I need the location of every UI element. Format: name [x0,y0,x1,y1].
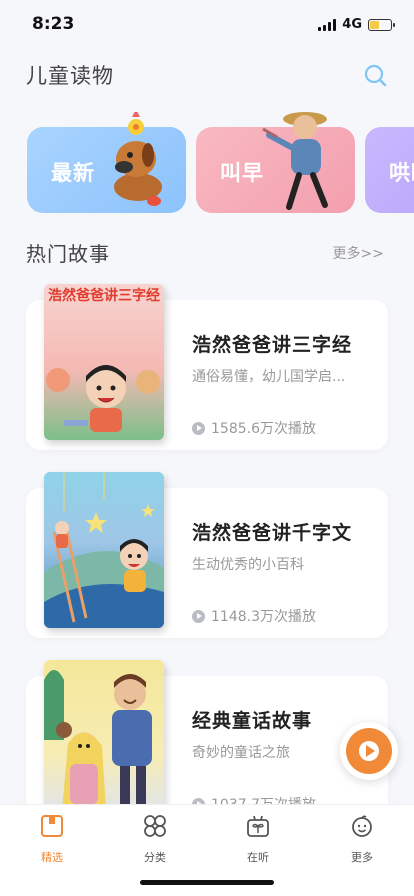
story-description: 奇妙的童话之旅 [192,745,290,761]
play-count: 1148.3万次播放 [192,606,316,626]
tab-bar: 精选 分类 在听 更多 [0,804,414,896]
status-bar: 8:23 4G [0,0,414,50]
header: 儿童读物 [26,60,388,90]
category-card-bedtime[interactable]: 哄睡 [365,127,414,213]
category-carousel[interactable]: 最新 叫早 哄睡 [0,112,414,222]
search-icon [364,64,387,87]
play-icon [359,741,379,761]
signal-icon [318,18,337,31]
network-type: 4G [342,17,362,32]
play-count-icon [192,609,205,623]
tab-label: 精选 [41,851,63,864]
page-title: 儿童读物 [26,64,114,88]
home-indicator [140,880,274,885]
story-title: 经典童话故事 [192,710,313,732]
tab-more[interactable]: 更多 [332,813,392,865]
search-button[interactable] [362,62,388,88]
floating-play-button[interactable] [340,722,398,780]
boy-illustration [46,365,160,432]
tab-listening[interactable]: 在听 [228,813,288,865]
tab-label: 更多 [351,851,373,864]
category-card-newest[interactable]: 最新 [27,112,186,213]
story-title: 浩然爸爸讲三字经 [192,334,353,356]
story-card[interactable]: 浩然爸爸讲千字文 生动优秀的小百科 1148.3万次播放 [26,472,388,638]
play-count: 1585.6万次播放 [192,418,316,438]
featured-icon [41,815,63,837]
tab-featured[interactable]: 精选 [22,813,82,865]
category-card-wakeup[interactable]: 叫早 [196,112,355,213]
play-count-icon [192,421,205,435]
tab-label: 分类 [144,851,166,864]
status-time: 8:23 [32,14,75,34]
fairy-tale-illustration [44,670,152,810]
tab-categories[interactable]: 分类 [125,813,185,865]
smiley-icon [352,815,372,837]
story-title: 浩然爸爸讲千字文 [192,522,353,544]
category-label: 叫早 [220,161,264,185]
story-description: 生动优秀的小百科 [192,557,304,573]
category-label: 哄睡 [389,161,414,185]
play-count-text: 1585.6万次播放 [211,421,316,437]
story-card[interactable]: 浩然爸爸讲三字经 浩然爸爸讲三字经 通俗易懂，幼儿国学启... 1585.6万次… [26,284,388,450]
category-label: 最新 [51,161,95,185]
status-indicators: 4G [318,17,395,32]
battery-icon [368,18,395,31]
section-title: 热门故事 [26,242,110,266]
tab-label: 在听 [247,851,269,864]
boy-with-stars-illustration [44,472,164,628]
play-count-text: 1148.3万次播放 [211,609,316,625]
play-circle [346,728,392,774]
grid-icon [144,815,166,837]
story-cover [44,472,164,628]
story-description: 通俗易懂，幼儿国学启... [192,369,346,385]
more-link[interactable]: 更多>> [333,243,384,263]
farmer-illustration [262,112,328,210]
dog-illustration [114,112,162,206]
story-cover: 浩然爸爸讲三字经 [44,284,164,440]
plant-icon [247,815,269,837]
story-cover [44,660,164,816]
